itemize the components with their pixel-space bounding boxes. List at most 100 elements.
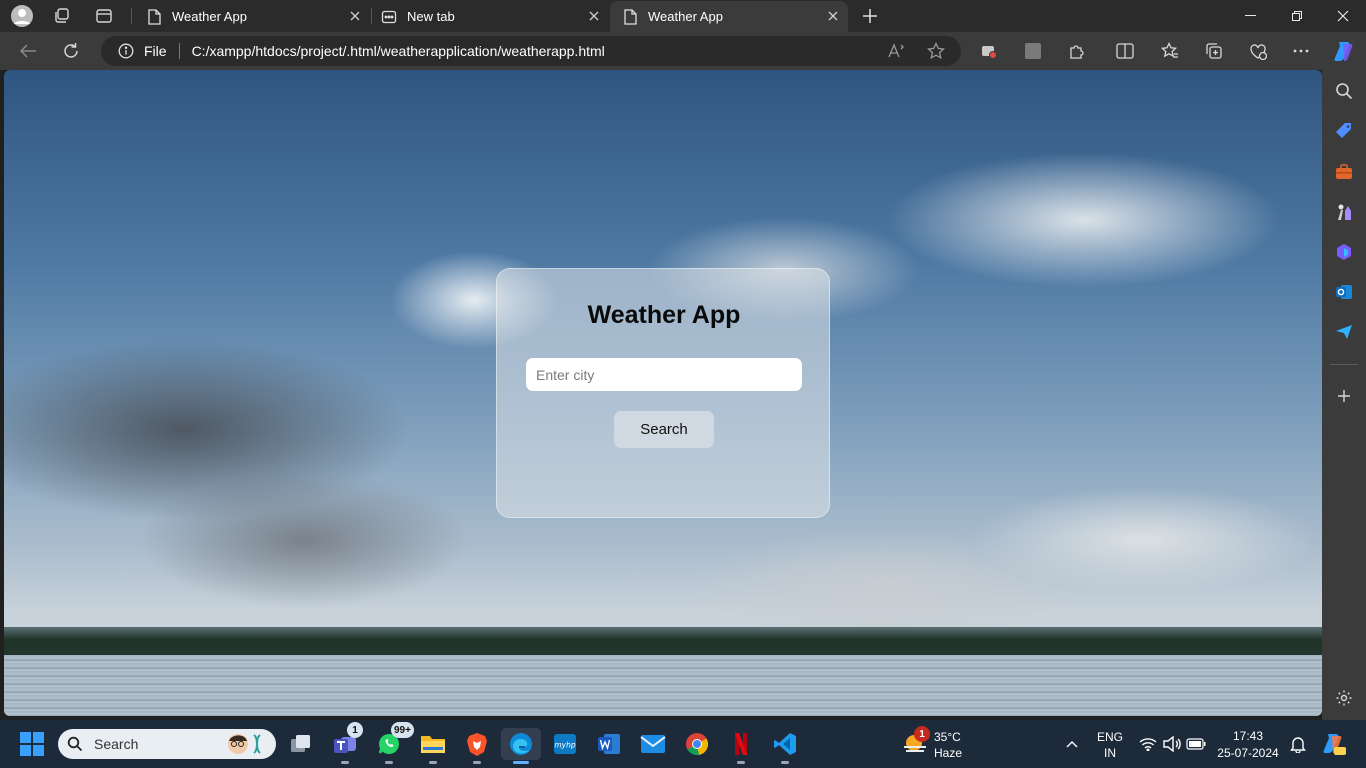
myhp-app-icon[interactable]: myhp [549,728,581,760]
background-lake [4,655,1322,716]
running-indicator [781,761,789,764]
minimize-button[interactable] [1228,0,1274,32]
vscode-app-icon[interactable] [769,728,801,764]
search-icon [66,735,84,753]
netflix-app-icon[interactable] [725,728,757,764]
collections-icon[interactable] [1203,40,1225,62]
clock-date[interactable]: 25-07-2024 [1214,746,1282,760]
more-options-icon[interactable] [1290,40,1312,62]
add-sidebar-app-icon[interactable] [1334,386,1354,406]
battery-icon[interactable] [1186,734,1206,754]
navigation-bar: File C:/xampp/htdocs/project/.html/weath… [0,32,1366,70]
weather-alert-badge: 1 [914,726,930,742]
clock-time[interactable]: 17:43 [1214,729,1282,743]
windows-start-button[interactable] [20,732,44,756]
running-indicator [737,761,745,764]
shopping-tag-icon[interactable] [1334,121,1354,141]
restore-button[interactable] [1274,0,1320,32]
notification-badge: 99+ [391,722,414,738]
weather-card: Weather App Search [496,268,830,518]
whatsapp-app-icon[interactable]: 99+ [373,722,414,764]
weather-condition: Haze [934,746,963,760]
split-screen-icon[interactable] [1114,40,1136,62]
profile-avatar-icon[interactable] [9,4,35,28]
brave-browser-icon[interactable] [461,728,493,764]
tab-separator [131,8,132,24]
start-tile [33,732,44,743]
start-tile [20,745,31,756]
mail-app-icon[interactable] [637,728,669,760]
task-view-icon[interactable] [285,728,317,760]
tab-weather-app-active[interactable]: Weather App [610,1,848,32]
weather-temperature: 35°C [934,730,961,744]
vertical-tabs-icon[interactable] [91,4,117,28]
svg-text:myhp: myhp [554,741,575,750]
page-title: Weather App [587,301,741,329]
extension-icon-1[interactable] [978,40,1000,62]
edge-sidebar [1322,70,1366,720]
scheme-label: File [144,43,167,59]
notification-badge: 1 [347,722,363,738]
volume-icon[interactable] [1162,734,1182,754]
search-button[interactable]: Search [614,411,714,448]
sidebar-divider [1330,364,1358,365]
page-icon [622,8,638,25]
favorite-star-icon[interactable] [926,42,946,60]
close-window-button[interactable] [1320,0,1366,32]
tools-briefcase-icon[interactable] [1334,162,1354,182]
address-divider [178,43,180,59]
extension-icon-2[interactable] [1022,40,1044,62]
teams-app-icon[interactable]: 1 [329,722,363,764]
tab-title: Weather App [648,9,723,24]
background-treeline [4,627,1322,655]
chrome-browser-icon[interactable] [681,728,713,760]
favorites-icon[interactable] [1159,40,1181,62]
read-aloud-icon[interactable] [887,42,907,60]
outlook-icon[interactable] [1334,282,1354,302]
browser-essentials-icon[interactable] [1247,40,1269,62]
tab-strip: Weather App New tab Weather App [0,0,1366,32]
close-tab-icon[interactable] [348,9,362,23]
copilot-preview-icon[interactable] [1322,732,1346,756]
new-tab-button[interactable] [857,4,883,28]
microsoft-365-icon[interactable] [1334,242,1354,262]
close-tab-icon[interactable] [826,9,840,23]
send-drop-icon[interactable] [1334,322,1354,342]
input-language-line2[interactable]: IN [1092,746,1128,760]
new-tab-page-icon [381,9,397,25]
search-label: Search [94,736,139,752]
search-highlight-illustration-icon [228,734,261,754]
taskbar: Search 1 99+ myhp 1 35°C Haze ENG IN 17:… [0,720,1366,768]
copilot-icon[interactable] [1333,40,1355,62]
edge-browser-icon[interactable] [501,728,541,764]
taskbar-search-box[interactable]: Search [58,729,276,759]
word-app-icon[interactable] [593,728,625,760]
input-language-line1[interactable]: ENG [1092,730,1128,744]
running-indicator [473,761,481,764]
notifications-bell-icon[interactable] [1288,734,1308,754]
tab-new-tab[interactable]: New tab [369,1,609,32]
weather-widget[interactable]: 1 35°C Haze [900,726,980,760]
city-input[interactable] [526,358,802,391]
extensions-puzzle-icon[interactable] [1066,40,1088,62]
sidebar-settings-icon[interactable] [1334,688,1354,708]
url-text[interactable]: C:/xampp/htdocs/project/.html/weatherapp… [192,43,605,59]
refresh-button[interactable] [57,37,85,65]
tab-weather-app-1[interactable]: Weather App [134,1,370,32]
wifi-icon[interactable] [1138,734,1158,754]
site-info-icon[interactable] [118,43,134,59]
games-icon[interactable] [1334,202,1354,222]
running-indicator [385,761,393,764]
running-indicator [429,761,437,764]
page-icon [146,8,162,25]
address-bar[interactable]: File C:/xampp/htdocs/project/.html/weath… [101,36,961,66]
tab-title: New tab [407,9,455,24]
close-tab-icon[interactable] [587,9,601,23]
start-tile [20,732,31,743]
workspaces-icon[interactable] [49,4,75,28]
back-button[interactable] [14,37,42,65]
show-hidden-icons-chevron-icon[interactable] [1062,734,1082,754]
running-indicator [341,761,349,764]
sidebar-search-icon[interactable] [1334,81,1354,101]
file-explorer-icon[interactable] [417,728,449,764]
